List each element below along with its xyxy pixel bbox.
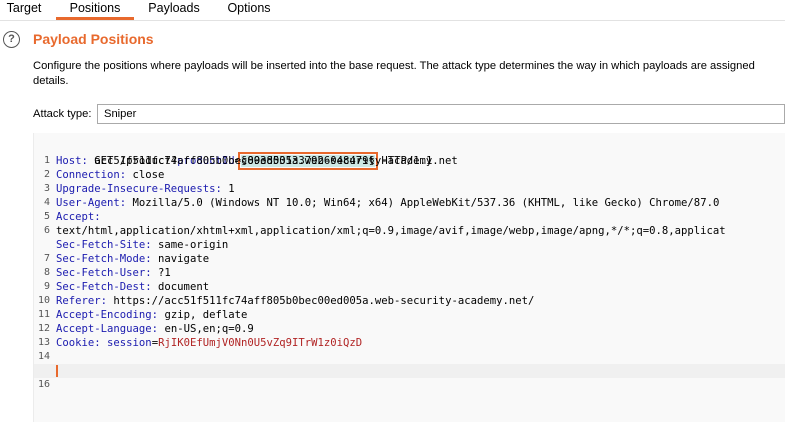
tab-payloads[interactable]: Payloads [142, 0, 206, 20]
header-name: Sec-Fetch-Dest: [56, 281, 152, 293]
header-name: Connection: [56, 169, 127, 181]
header-line-connection: 3 Connection: close [34, 168, 785, 194]
description-line-1: Configure the positions where payloads w… [33, 60, 755, 72]
header-value: 1 [221, 183, 235, 195]
header-name: Upgrade-Insecure-Requests: [56, 183, 222, 195]
header-name: Accept-Language: [56, 323, 159, 335]
header-line-fetch-dest: 10 Sec-Fetch-Dest: document [34, 280, 785, 306]
header-line-host: 2 Host: acc51f511fc74aff805b0bec00ed005a… [34, 154, 785, 180]
header-line-cookie: 14 Cookie: session=RjIK0EfUmjV0Nn0U5vZq9… [34, 336, 785, 362]
tab-positions[interactable]: Positions [56, 0, 134, 20]
request-line: 1 GET /product?productId=§89385313379260… [34, 140, 785, 170]
header-line-fetch-user: 9 Sec-Fetch-User: ?1 [34, 266, 785, 292]
header-line-accept-language: 13 Accept-Language: en-US,en;q=0.9 [34, 322, 785, 348]
header-name: Host: [56, 155, 88, 167]
header-name: Sec-Fetch-User: [56, 267, 152, 279]
header-name: Accept: [56, 211, 101, 223]
header-name: Sec-Fetch-Mode: [56, 253, 152, 265]
header-line-accept-encoding: 12 Accept-Encoding: gzip, deflate [34, 308, 785, 334]
header-line-accept: 6 Accept: [34, 210, 785, 236]
header-value: https://acc51f511fc74aff805b0bec00ed005a… [107, 295, 535, 307]
section-description: Configure the positions where payloads w… [33, 59, 785, 89]
help-icon[interactable]: ? [3, 31, 20, 48]
header-name: User-Agent: [56, 197, 127, 209]
line-number: 16 [37, 379, 50, 390]
header-line-user-agent: 5 User-Agent: Mozilla/5.0 (Windows NT 10… [34, 196, 785, 222]
description-line-2: details. [33, 75, 69, 87]
header-value: text/html,application/xhtml+xml,applicat… [56, 225, 726, 237]
header-line-fetch-mode: 8 Sec-Fetch-Mode: navigate [34, 252, 785, 278]
header-value: Mozilla/5.0 (Windows NT 10.0; Win64; x64… [126, 197, 720, 209]
header-line-upgrade: 4 Upgrade-Insecure-Requests: 1 [34, 182, 785, 208]
tab-options[interactable]: Options [218, 0, 280, 20]
request-editor[interactable]: 1 GET /product?productId=§89385313379260… [33, 133, 785, 422]
header-name: Referer: [56, 295, 108, 307]
header-line-fetch-site: 7 Sec-Fetch-Site: same-origin [34, 238, 785, 264]
header-name: Accept-Encoding: [56, 309, 159, 321]
header-value: same-origin [151, 239, 229, 251]
text-caret [56, 365, 58, 377]
current-line[interactable]: 16 [34, 364, 785, 390]
header-value: ?1 [151, 267, 171, 279]
attack-type-select[interactable]: Sniper [97, 104, 785, 124]
header-value: navigate [151, 253, 210, 265]
header-line-referer: 11 Referer: https://acc51f511fc74aff805b… [34, 294, 785, 320]
header-value: en-US,en;q=0.9 [158, 323, 254, 335]
header-name: Sec-Fetch-Site: [56, 239, 152, 251]
tab-target[interactable]: Target [0, 0, 48, 20]
attack-type-label: Attack type: [33, 108, 92, 120]
header-value: close [126, 169, 165, 181]
tab-bar: Target Positions Payloads Options [0, 0, 785, 21]
header-name: Cookie: [56, 337, 101, 349]
cookie-name: session [100, 337, 152, 349]
header-value: document [151, 281, 210, 293]
header-line-accept-wrap: text/html,application/xhtml+xml,applicat… [34, 224, 785, 238]
cookie-value: RjIK0EfUmjV0Nn0U5vZq9ITrW1z0iQzD [158, 337, 363, 349]
section-title: Payload Positions [33, 31, 154, 47]
header-value: acc51f511fc74aff805b0bec00ed005a.web-sec… [87, 155, 458, 167]
empty-line: 15 [34, 350, 785, 376]
header-value: gzip, deflate [158, 309, 248, 321]
